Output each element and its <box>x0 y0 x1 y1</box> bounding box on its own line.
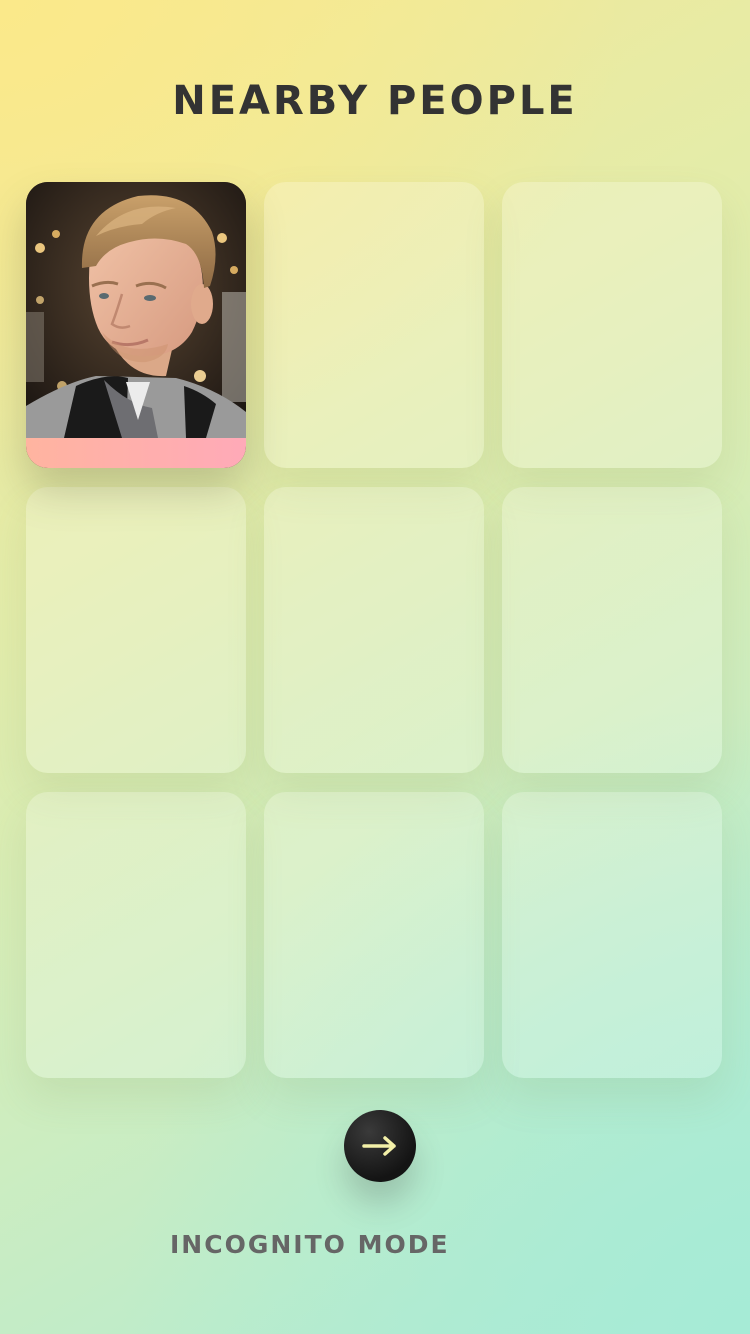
profile-photo <box>26 182 246 438</box>
empty-slot[interactable] <box>502 487 722 773</box>
empty-slot[interactable] <box>264 792 484 1078</box>
empty-slot[interactable] <box>26 792 246 1078</box>
next-button[interactable] <box>344 1110 416 1182</box>
empty-slot[interactable] <box>502 792 722 1078</box>
people-grid <box>26 182 722 1078</box>
empty-slot[interactable] <box>26 487 246 773</box>
page-title: NEARBY PEOPLE <box>172 78 578 124</box>
arrow-right-icon <box>362 1136 396 1156</box>
card-accent-strip <box>26 438 246 468</box>
empty-slot[interactable] <box>264 487 484 773</box>
empty-slot[interactable] <box>264 182 484 468</box>
empty-slot[interactable] <box>502 182 722 468</box>
person-card[interactable] <box>26 182 246 468</box>
incognito-mode-link[interactable]: INCOGNITO MODE <box>170 1230 450 1259</box>
